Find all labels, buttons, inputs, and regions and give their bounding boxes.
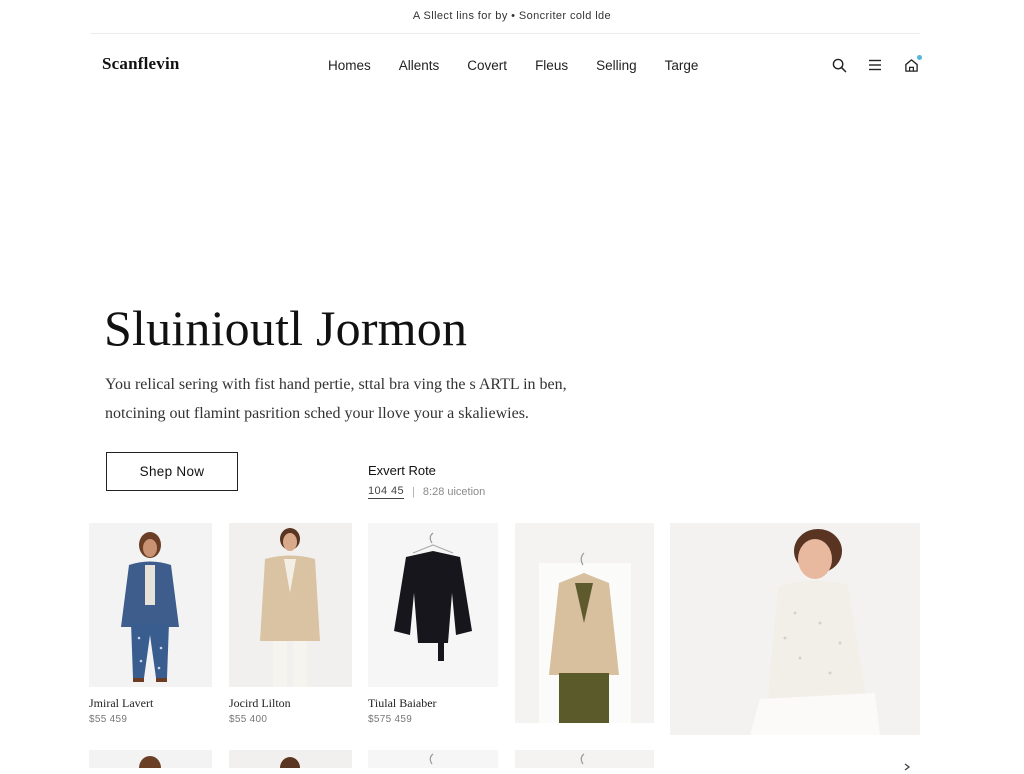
product-card-7[interactable] (229, 750, 352, 768)
product-image-partial-1 (89, 750, 212, 768)
product-card-4[interactable] (515, 523, 654, 723)
shop-now-button[interactable]: Shep Now (106, 452, 238, 491)
product-image-partial-4 (515, 750, 654, 768)
product-card-8[interactable] (368, 750, 498, 768)
menu-icon (869, 59, 881, 71)
expert-number[interactable]: 104 45 (368, 485, 405, 499)
product-card-5[interactable] (670, 523, 920, 735)
main-nav: Homes Allents Covert Fleus Selling Targe (328, 58, 698, 73)
menu-button[interactable] (866, 56, 884, 74)
search-button[interactable] (830, 56, 848, 74)
product-image-tan-coat (515, 523, 654, 723)
cart-button[interactable] (902, 55, 922, 74)
product-price-1: $55 459 (89, 714, 128, 725)
product-card-2[interactable] (229, 523, 352, 687)
product-image-partial-2 (229, 750, 352, 768)
product-card-1[interactable] (89, 523, 212, 687)
product-image-cream-sweater (670, 523, 920, 735)
product-image-blue-coat (89, 523, 212, 687)
cart-badge (917, 55, 922, 60)
nav-item-allents[interactable]: Allents (399, 58, 440, 73)
hero-copy-line-1: You relical sering with fist hand pertie… (105, 376, 567, 393)
product-name-2[interactable]: Jocird Lilton (229, 696, 291, 711)
carousel-next-button[interactable] (903, 760, 911, 774)
nav-item-targe[interactable]: Targe (665, 58, 699, 73)
nav-item-fleus[interactable]: Fleus (535, 58, 568, 73)
expert-note: Exvert Rote 104 45 | 8:28 uicetion (368, 463, 485, 499)
product-price-3: $575 459 (368, 714, 413, 725)
product-image-partial-3 (368, 750, 498, 768)
product-image-beige-blazer (229, 523, 352, 687)
hero-description: You relical sering with fist hand pertie… (105, 370, 625, 428)
header-tools (830, 55, 922, 74)
site-header: Scanflevin Homes Allents Covert Fleus Se… (90, 48, 922, 86)
product-name-1[interactable]: Jmiral Lavert (89, 696, 153, 711)
product-card-6[interactable] (89, 750, 212, 768)
product-price-2: $55 400 (229, 714, 268, 725)
product-card-9[interactable] (515, 750, 654, 768)
hero-copy-line-2: notcining out flamint pasrition sched yo… (105, 405, 529, 422)
chevron-right-icon (904, 763, 911, 771)
expert-separator: | (412, 486, 415, 498)
nav-item-selling[interactable]: Selling (596, 58, 637, 73)
nav-item-covert[interactable]: Covert (467, 58, 507, 73)
product-image-black-jacket (368, 523, 498, 687)
product-name-3[interactable]: Tiulal Baiaber (368, 696, 437, 711)
expert-meta: 104 45 | 8:28 uicetion (368, 485, 485, 499)
search-icon (832, 58, 846, 72)
product-card-3[interactable] (368, 523, 498, 687)
nav-item-homes[interactable]: Homes (328, 58, 371, 73)
announcement-text: A Sllect lins for by • Soncriter cold ld… (412, 10, 612, 22)
expert-location: 8:28 uicetion (422, 486, 486, 498)
site-logo[interactable]: Scanflevin (102, 54, 180, 74)
cart-icon (904, 58, 918, 72)
hero-title: Sluinioutl Jormon (104, 300, 468, 356)
expert-title: Exvert Rote (368, 463, 436, 478)
header-divider (90, 33, 920, 34)
announcement-bar: A Sllect lins for by • Soncriter cold ld… (0, 0, 1024, 32)
